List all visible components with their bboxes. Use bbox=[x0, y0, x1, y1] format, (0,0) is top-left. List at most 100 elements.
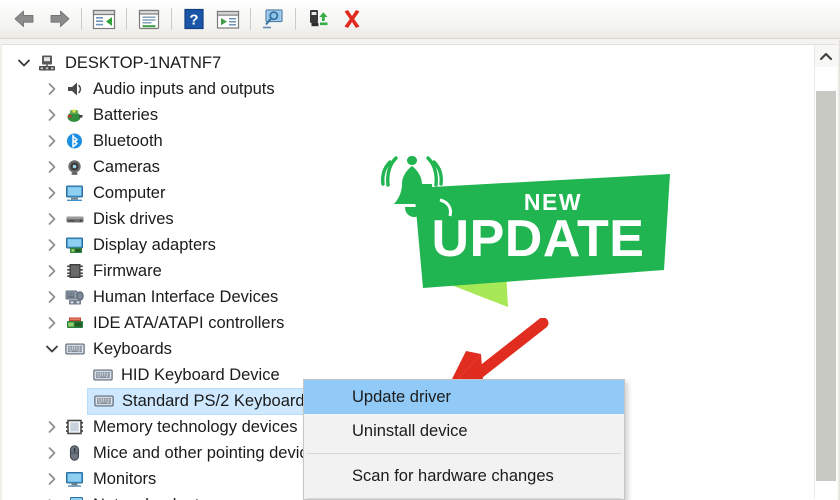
expander-firmware[interactable] bbox=[42, 258, 62, 284]
tree-row-network-adapters[interactable]: Network adapters bbox=[0, 492, 222, 500]
chevron-right-icon bbox=[48, 239, 56, 251]
chevron-right-icon bbox=[48, 187, 56, 199]
back-button[interactable] bbox=[8, 4, 42, 34]
svg-text:?: ? bbox=[189, 12, 198, 29]
back-arrow-icon bbox=[14, 10, 34, 27]
expander-monitors[interactable] bbox=[42, 466, 62, 492]
tree-row-firmware[interactable]: Firmware bbox=[0, 258, 162, 284]
chevron-right-icon bbox=[48, 473, 56, 485]
expander-display-adapters[interactable] bbox=[42, 232, 62, 258]
tree-row-bluetooth[interactable]: Bluetooth bbox=[0, 128, 163, 154]
help-button[interactable]: ? bbox=[177, 4, 211, 34]
expander-human-interface-devices[interactable] bbox=[42, 284, 62, 310]
chevron-right-icon bbox=[48, 109, 56, 121]
chevron-right-icon bbox=[48, 213, 56, 225]
red-x-icon bbox=[344, 10, 360, 28]
menu-item-uninstall-device[interactable]: Uninstall device bbox=[304, 414, 624, 448]
battery-icon bbox=[62, 104, 88, 126]
toolbar: ? bbox=[0, 0, 840, 38]
tree-row-display-adapters[interactable]: Display adapters bbox=[0, 232, 216, 258]
tree-item-label: Standard PS/2 Keyboard bbox=[122, 391, 305, 410]
forward-button[interactable] bbox=[42, 4, 76, 34]
bluetooth-icon bbox=[67, 133, 82, 149]
vertical-scrollbar[interactable] bbox=[814, 45, 837, 499]
monitor-icon bbox=[62, 468, 88, 490]
computer-icon bbox=[62, 182, 88, 204]
expander-audio-inputs-and-outputs[interactable] bbox=[42, 76, 62, 102]
expander-memory-technology-devices[interactable] bbox=[42, 414, 62, 440]
tree-row-root[interactable]: DESKTOP-1NATNF7 bbox=[0, 50, 221, 76]
bluetooth-icon bbox=[62, 130, 88, 152]
context-menu[interactable]: Update driver Uninstall device Scan for ha… bbox=[303, 379, 625, 500]
tree-row-ide-ata-atapi-controllers[interactable]: IDE ATA/ATAPI controllers bbox=[0, 310, 284, 336]
expander-batteries[interactable] bbox=[42, 102, 62, 128]
tree-row-memory-technology-devices[interactable]: Memory technology devices bbox=[0, 414, 298, 440]
memory-tech-icon bbox=[66, 419, 83, 435]
scroll-up-button[interactable] bbox=[815, 45, 837, 67]
network-adapter-icon bbox=[62, 494, 88, 500]
tree-item-label: Keyboards bbox=[93, 340, 172, 358]
properties-button[interactable] bbox=[132, 4, 166, 34]
root-expander[interactable] bbox=[14, 50, 34, 76]
firmware-chip-icon bbox=[67, 264, 83, 278]
camera-icon bbox=[68, 160, 81, 175]
scrollbar-track[interactable] bbox=[815, 67, 837, 499]
tree-row-audio-inputs-and-outputs[interactable]: Audio inputs and outputs bbox=[0, 76, 275, 102]
menu-item-label: Uninstall device bbox=[352, 421, 468, 440]
tree-row-batteries[interactable]: Batteries bbox=[0, 102, 158, 128]
forward-arrow-icon bbox=[50, 10, 70, 27]
tree-item-label: Computer bbox=[93, 184, 166, 202]
tree-row-computer[interactable]: Computer bbox=[0, 180, 165, 206]
context-menu-items: Update driver Uninstall device Scan for ha… bbox=[304, 380, 624, 499]
disk-drive-icon bbox=[66, 216, 84, 223]
menu-separator bbox=[307, 498, 621, 499]
expander-mice-and-other-pointing-devices[interactable] bbox=[42, 440, 62, 466]
tree-item-label: Firmware bbox=[93, 262, 162, 280]
chevron-right-icon bbox=[48, 447, 56, 459]
computer-root-icon bbox=[39, 55, 55, 71]
help-question-icon: ? bbox=[184, 8, 204, 30]
uninstall-device-button[interactable] bbox=[335, 4, 369, 34]
chevron-right-icon bbox=[48, 265, 56, 277]
properties-icon bbox=[138, 9, 160, 29]
device-manager-window: ? DESKTOP-1NATNF7 Audio inputs and outpu… bbox=[0, 0, 840, 500]
scrollbar-thumb[interactable] bbox=[816, 91, 836, 481]
tree-item-label: IDE ATA/ATAPI controllers bbox=[93, 314, 285, 332]
tree-row-standard-ps-2-keyboard[interactable]: Standard PS/2 Keyboard bbox=[0, 387, 310, 415]
keyboard-icon bbox=[93, 369, 113, 381]
network-adapter-icon bbox=[70, 497, 83, 500]
tree-row-mice-and-other-pointing-devices[interactable]: Mice and other pointing devices bbox=[0, 440, 325, 466]
expander-ide-ata-atapi-controllers[interactable] bbox=[42, 310, 62, 336]
expander-disk-drives[interactable] bbox=[42, 206, 62, 232]
expander-network-adapters[interactable] bbox=[42, 492, 62, 500]
tree-row-cameras[interactable]: Cameras bbox=[0, 154, 160, 180]
speaker-icon bbox=[62, 78, 88, 100]
scan-hardware-changes-button[interactable] bbox=[256, 4, 290, 34]
tree-row-monitors[interactable]: Monitors bbox=[0, 466, 156, 492]
tree-item-label: Network adapters bbox=[93, 495, 222, 500]
tree-row-human-interface-devices[interactable]: Human Interface Devices bbox=[0, 284, 278, 310]
toolbar-separator-4 bbox=[250, 8, 251, 30]
tree-row-keyboards[interactable]: Keyboards bbox=[0, 336, 172, 362]
tree-item-label: Monitors bbox=[93, 470, 157, 488]
tree-row-hid-keyboard-device[interactable]: HID Keyboard Device bbox=[0, 362, 280, 388]
tree-item-label: Batteries bbox=[93, 106, 159, 124]
expander-computer[interactable] bbox=[42, 180, 62, 206]
action-button[interactable] bbox=[211, 4, 245, 34]
expander-cameras[interactable] bbox=[42, 154, 62, 180]
menu-item-update-driver[interactable]: Update driver bbox=[304, 380, 624, 414]
chevron-right-icon bbox=[48, 291, 56, 303]
menu-item-scan-for-hardware-changes[interactable]: Scan for hardware changes bbox=[304, 459, 624, 493]
play-list-icon bbox=[216, 10, 240, 29]
speaker-icon bbox=[68, 82, 82, 96]
expander-bluetooth[interactable] bbox=[42, 128, 62, 154]
tree-item-label: Human Interface Devices bbox=[93, 288, 279, 306]
update-driver-toolbar-button[interactable] bbox=[301, 4, 335, 34]
tree-row-disk-drives[interactable]: Disk drives bbox=[0, 206, 174, 232]
tree-item-label: HID Keyboard Device bbox=[121, 366, 280, 384]
chevron-right-icon bbox=[48, 421, 56, 433]
show-hide-console-tree-button[interactable] bbox=[87, 4, 121, 34]
expander-keyboards[interactable] bbox=[42, 336, 62, 362]
toolbar-separator-3 bbox=[171, 8, 172, 30]
keyboard-icon bbox=[91, 390, 117, 412]
